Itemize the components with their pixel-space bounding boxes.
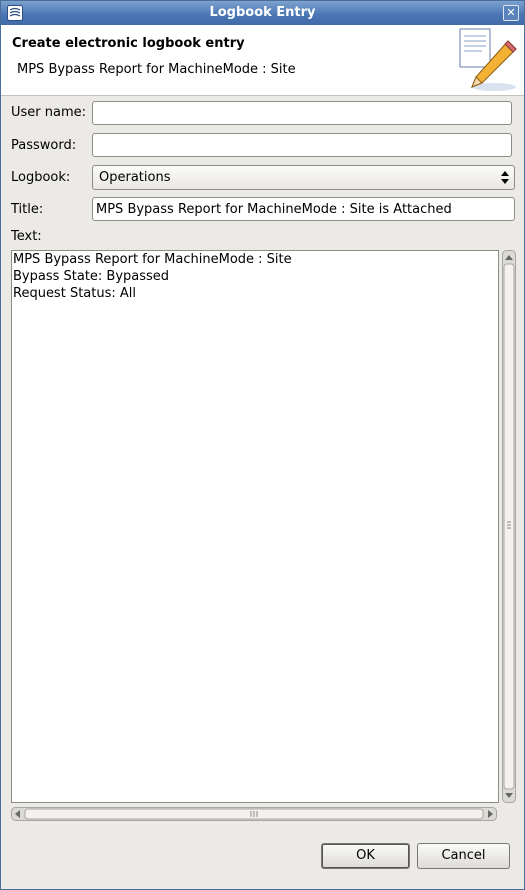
username-label: User name: (11, 105, 87, 120)
vertical-scrollbar[interactable] (502, 250, 516, 803)
title-label: Title: (11, 202, 44, 217)
username-input[interactable] (92, 101, 512, 125)
notepad-pencil-icon (459, 28, 517, 91)
dialog-header: Create electronic logbook entry MPS Bypa… (1, 25, 524, 96)
horizontal-scrollbar[interactable] (11, 807, 497, 821)
text-line: Bypass State: Bypassed (13, 269, 170, 284)
text-line: Request Status: All (13, 286, 136, 301)
password-label: Password: (11, 138, 77, 153)
close-icon[interactable]: ✕ (503, 5, 519, 21)
logbook-selected-value: Operations (99, 170, 171, 185)
dialog-subheading: MPS Bypass Report for MachineMode : Site (17, 62, 296, 77)
title-bar[interactable]: Logbook Entry ✕ (1, 1, 524, 25)
text-label: Text: (11, 229, 42, 244)
logbook-dialog: Logbook Entry ✕ Create electronic logboo… (0, 0, 525, 890)
updown-arrows-icon (501, 171, 509, 184)
title-input[interactable]: MPS Bypass Report for MachineMode : Site… (92, 197, 515, 221)
cancel-button[interactable]: Cancel (417, 843, 510, 869)
logbook-label: Logbook: (11, 170, 71, 185)
password-input[interactable] (92, 133, 512, 157)
text-area[interactable]: MPS Bypass Report for MachineMode : Site… (11, 250, 499, 803)
ok-button[interactable]: OK (321, 843, 410, 869)
window-title: Logbook Entry (209, 5, 316, 20)
logbook-select[interactable]: Operations (92, 165, 515, 190)
dialog-heading: Create electronic logbook entry (12, 36, 245, 51)
text-line: MPS Bypass Report for MachineMode : Site (13, 252, 292, 267)
